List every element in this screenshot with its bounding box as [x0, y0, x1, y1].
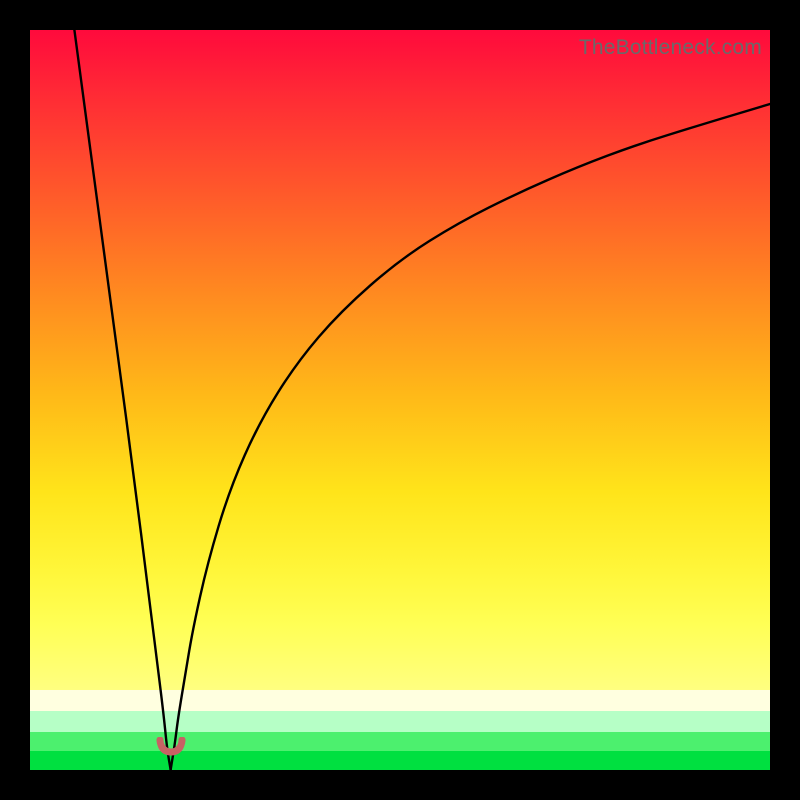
plot-frame: TheBottleneck.com: [30, 30, 770, 770]
right-branch-path: [171, 104, 770, 770]
watermark-text: TheBottleneck.com: [579, 36, 762, 60]
u-stroke-icon: [160, 740, 182, 752]
curve-layer: [30, 30, 770, 770]
null-marker: [154, 737, 188, 759]
left-branch-path: [74, 30, 170, 770]
